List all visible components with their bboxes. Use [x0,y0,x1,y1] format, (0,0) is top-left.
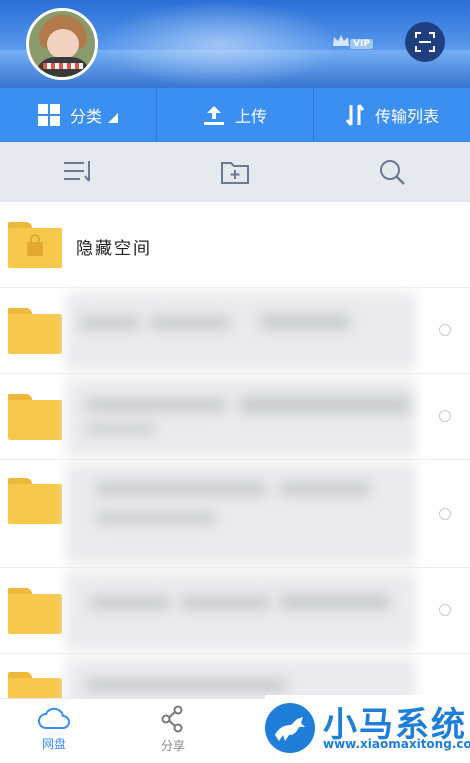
nav-share-label: 分享 [160,739,185,753]
select-radio[interactable] [439,410,451,422]
action-bar: 分类 上传 传输列表 [0,88,470,142]
sort-button[interactable] [0,142,157,202]
share-icon [161,705,183,733]
blurred-content [66,292,416,370]
category-button[interactable]: 分类 [0,88,156,142]
watermark-url: www.xiaomaxitong.com [323,737,470,751]
new-folder-button[interactable] [157,142,314,202]
cloud-icon [38,707,70,729]
list-item[interactable] [0,288,470,374]
search-button[interactable] [313,142,470,202]
transfer-list-button[interactable]: 传输列表 [313,88,470,142]
folder-icon [8,478,62,524]
nav-disk[interactable]: 网盘 [24,705,84,761]
list-item-hidden-space[interactable]: 隐藏空间 [0,202,470,288]
horse-logo-icon [265,703,315,753]
new-folder-icon [221,162,249,184]
select-radio[interactable] [439,324,451,336]
nav-disk-label: 网盘 [41,737,66,751]
transfer-arrows-icon [345,103,365,127]
file-list: 隐藏空间 [0,202,470,698]
file-toolbar [0,142,470,202]
scan-icon [415,32,435,52]
grid-icon [37,104,60,126]
upload-icon [203,104,225,126]
upload-label: 上传 [234,107,267,126]
crown-icon [333,35,349,46]
upload-button[interactable]: 上传 [156,88,313,142]
lock-icon [27,234,43,256]
folder-icon [8,588,62,634]
folder-icon [8,308,62,354]
watermark: 小马系统 www.xiaomaxitong.com [265,695,470,763]
vip-label: VIP [350,39,373,49]
search-icon [379,160,405,185]
folder-icon [8,672,62,698]
folder-icon [8,394,62,440]
category-label: 分类 [69,107,102,126]
dropdown-triangle-icon [108,113,118,123]
select-radio[interactable] [439,604,451,616]
avatar[interactable] [26,8,98,80]
list-item[interactable] [0,374,470,460]
scan-button[interactable] [405,22,445,62]
profile-banner: VIP [0,0,470,88]
list-item[interactable] [0,654,470,698]
file-name: 隐藏空间 [76,239,152,259]
blurred-content [66,378,416,456]
transfer-list-label: 传输列表 [374,107,439,126]
list-item[interactable] [0,460,470,568]
select-radio[interactable] [439,508,451,520]
app-screen: VIP 分类 上传 传输列表 隐藏空间 网盘 分享 小马系统 www.xiaom… [0,0,470,763]
sort-icon [64,161,91,182]
list-item[interactable] [0,568,470,654]
banner-glow [100,0,340,88]
locked-folder-icon [8,222,62,268]
nav-share[interactable]: 分享 [143,705,203,761]
vip-badge[interactable]: VIP [332,34,374,52]
blurred-content [66,572,416,650]
